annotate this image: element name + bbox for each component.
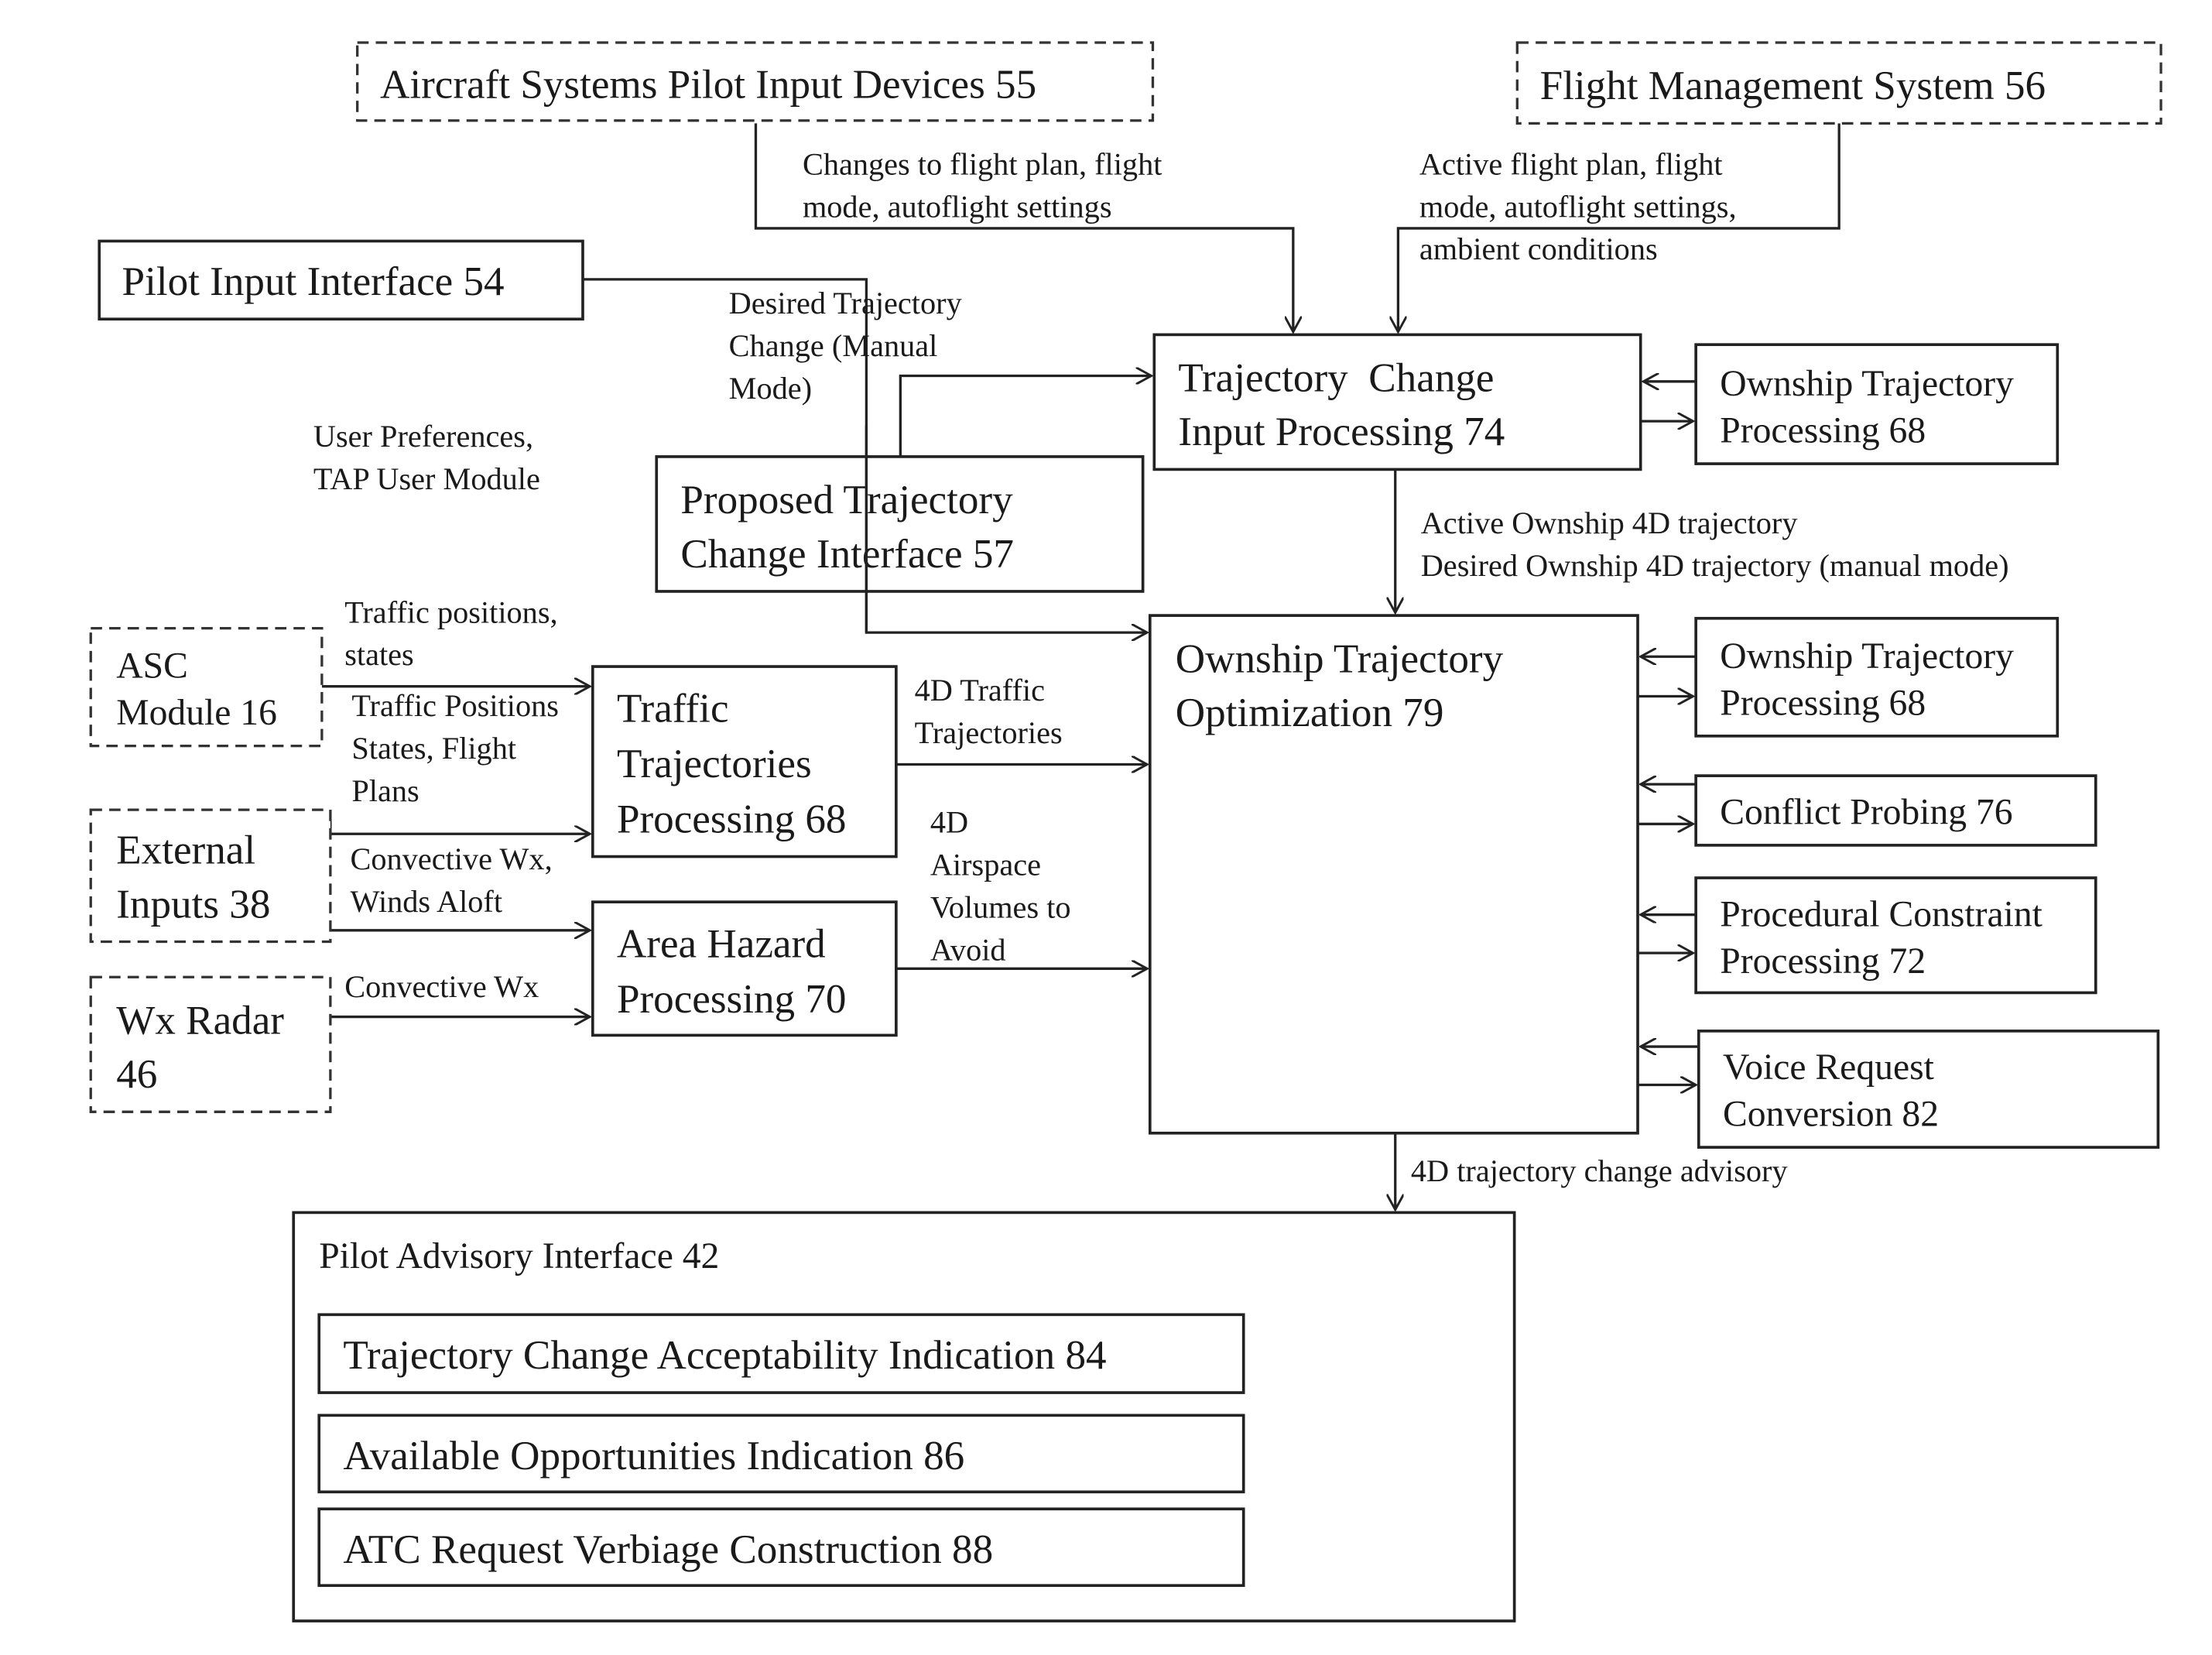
box-fms-label: Flight Management System 56 bbox=[1540, 63, 2046, 108]
edge-label-line: Active flight plan, flight bbox=[1419, 146, 1723, 181]
edge-label-line: Volumes to bbox=[930, 889, 1071, 924]
box-otp-top[interactable]: Ownship Trajectory Processing 68 bbox=[1694, 343, 2060, 465]
box-voice-line-2: Conversion 82 bbox=[1723, 1095, 1939, 1135]
box-proposed-line-1: Proposed Trajectory bbox=[680, 478, 1013, 523]
edge-label-advisory-out: 4D trajectory change advisory bbox=[1411, 1153, 1788, 1188]
edge-label-user-prefs: User Preferences, TAP User Module bbox=[313, 419, 540, 496]
edge-label-desired: Desired Trajectory Change (Manual Mode) bbox=[729, 286, 962, 406]
box-oto-line-2: Optimization 79 bbox=[1176, 690, 1444, 735]
box-oto-line-1: Ownship Trajectory bbox=[1176, 636, 1504, 681]
edge-label-traffic-pos2: Traffic Positions States, Flight Plans bbox=[351, 688, 559, 808]
box-area-hazard-line-1: Area Hazard bbox=[617, 922, 826, 967]
box-otp-mid[interactable]: Ownship Trajectory Processing 68 bbox=[1694, 616, 2060, 738]
edge-label-active-fp: Active flight plan, flight mode, autofli… bbox=[1419, 146, 1737, 266]
box-traffic-line-2: Trajectories bbox=[617, 742, 812, 786]
edge-label-line: Mode) bbox=[729, 371, 812, 406]
box-asc-line-1: ASC bbox=[116, 646, 188, 687]
box-aircraft-systems-label: Aircraft Systems Pilot Input Devices 55 bbox=[380, 62, 1036, 107]
box-external[interactable]: External Inputs 38 bbox=[89, 808, 332, 944]
edge-label-traffic-pos: Traffic positions, states bbox=[344, 594, 557, 672]
block-diagram: Aircraft Systems Pilot Input Devices 55 … bbox=[89, 41, 2162, 1622]
box-pilot-input[interactable]: Pilot Input Interface 54 bbox=[98, 239, 584, 321]
edge-label-line: 4D bbox=[930, 804, 968, 839]
advisory-item[interactable]: Available Opportunities Indication 86 bbox=[317, 1413, 1245, 1494]
advisory-item[interactable]: Trajectory Change Acceptability Indicati… bbox=[317, 1313, 1245, 1394]
box-aircraft-systems[interactable]: Aircraft Systems Pilot Input Devices 55 bbox=[356, 41, 1155, 122]
edge-label-line: Winds Aloft bbox=[351, 884, 503, 919]
edge-label-line: 4D trajectory change advisory bbox=[1411, 1153, 1788, 1188]
box-fms[interactable]: Flight Management System 56 bbox=[1515, 41, 2162, 125]
box-tcip[interactable]: Trajectory Change Input Processing 74 bbox=[1152, 333, 1642, 471]
edge-label-line: Airspace bbox=[930, 847, 1041, 882]
box-pilot-input-label: Pilot Input Interface 54 bbox=[122, 259, 505, 304]
edge-label-airspace: 4D Airspace Volumes to Avoid bbox=[930, 804, 1071, 967]
box-asc-line-2: Module 16 bbox=[116, 693, 277, 733]
advisory-item[interactable]: ATC Request Verbiage Construction 88 bbox=[317, 1507, 1245, 1588]
box-otp-mid-line-2: Processing 68 bbox=[1720, 683, 1926, 723]
box-procedural-line-2: Processing 72 bbox=[1720, 941, 1926, 982]
edge-label-line: 4D Traffic bbox=[915, 673, 1045, 708]
edge-label-line: TAP User Module bbox=[313, 461, 540, 496]
box-area-hazard[interactable]: Area Hazard Processing 70 bbox=[591, 900, 898, 1037]
edge-label-conv: Convective Wx bbox=[344, 969, 539, 1004]
edge-label-line: mode, autoflight settings, bbox=[1419, 189, 1737, 224]
box-procedural-line-1: Procedural Constraint bbox=[1720, 894, 2043, 934]
edge-label-line: Active Ownship 4D trajectory bbox=[1421, 505, 1798, 540]
edge-label-line: Convective Wx, bbox=[351, 841, 553, 876]
box-voice[interactable]: Voice Request Conversion 82 bbox=[1697, 1030, 2160, 1149]
box-wx-radar[interactable]: Wx Radar 46 bbox=[89, 975, 332, 1113]
box-asc[interactable]: ASC Module 16 bbox=[89, 626, 324, 748]
edge-label-line: Desired Ownship 4D trajectory (manual mo… bbox=[1421, 548, 2009, 583]
box-otp-top-line-2: Processing 68 bbox=[1720, 411, 1926, 451]
edge-label-line: Traffic Positions bbox=[351, 688, 559, 723]
box-wx-radar-line-2: 46 bbox=[116, 1052, 157, 1097]
box-advisory-label: Pilot Advisory Interface 42 bbox=[319, 1236, 719, 1276]
box-proposed[interactable]: Proposed Trajectory Change Interface 57 bbox=[655, 455, 1145, 593]
box-otp-top-line-1: Ownship Trajectory bbox=[1720, 364, 2014, 404]
edge-label-line: mode, autoflight settings bbox=[803, 189, 1112, 224]
box-traffic-line-1: Traffic bbox=[617, 687, 729, 732]
box-oto[interactable]: Ownship Trajectory Optimization 79 bbox=[1148, 614, 1639, 1135]
box-procedural[interactable]: Procedural Constraint Processing 72 bbox=[1694, 876, 2097, 995]
edge-label-line: Change (Manual bbox=[729, 328, 938, 363]
edge-label-line: Desired Trajectory bbox=[729, 286, 962, 320]
box-area-hazard-line-2: Processing 70 bbox=[617, 977, 847, 1022]
box-otp-mid-line-1: Ownship Trajectory bbox=[1720, 636, 2014, 677]
box-tcip-line-1: Trajectory Change bbox=[1178, 356, 1494, 401]
edge-proposed-to-tcip bbox=[899, 375, 1151, 457]
box-tcip-line-2: Input Processing 74 bbox=[1178, 409, 1505, 454]
box-proposed-line-2: Change Interface 57 bbox=[680, 532, 1014, 577]
edge-label-line: Convective Wx bbox=[344, 969, 539, 1004]
box-conflict[interactable]: Conflict Probing 76 bbox=[1694, 774, 2097, 847]
edge-label-line: Plans bbox=[351, 773, 419, 808]
box-external-line-2: Inputs 38 bbox=[116, 882, 270, 927]
advisory-item-label: Trajectory Change Acceptability Indicati… bbox=[343, 1333, 1106, 1378]
edge-label-changes: Changes to flight plan, flight mode, aut… bbox=[803, 146, 1162, 224]
edge-label-line: Trajectories bbox=[915, 715, 1063, 750]
edge-label-line: ambient conditions bbox=[1419, 231, 1658, 266]
box-conflict-label: Conflict Probing 76 bbox=[1720, 792, 2012, 832]
edge-label-line: Changes to flight plan, flight bbox=[803, 146, 1162, 181]
edge-label-line: states bbox=[344, 637, 414, 672]
box-traffic-line-3: Processing 68 bbox=[617, 797, 847, 841]
advisory-item-label: Available Opportunities Indication 86 bbox=[343, 1434, 964, 1479]
box-traffic[interactable]: Traffic Trajectories Processing 68 bbox=[591, 665, 898, 858]
edge-external-to-traffic bbox=[329, 810, 590, 834]
edge-label-conv-winds: Convective Wx, Winds Aloft bbox=[351, 841, 553, 919]
advisory-item-label: ATC Request Verbiage Construction 88 bbox=[343, 1527, 993, 1572]
edge-label-line: Avoid bbox=[930, 932, 1006, 967]
box-advisory[interactable]: Pilot Advisory Interface 42 Trajectory C… bbox=[292, 1211, 1516, 1622]
box-external-line-1: External bbox=[116, 828, 255, 873]
box-wx-radar-line-1: Wx Radar bbox=[116, 999, 284, 1043]
edge-label-line: Traffic positions, bbox=[344, 594, 557, 629]
edge-label-traffic-4d: 4D Traffic Trajectories bbox=[915, 673, 1063, 750]
edge-label-line: User Preferences, bbox=[313, 419, 533, 454]
box-voice-line-1: Voice Request bbox=[1723, 1047, 1934, 1088]
edge-label-active-ownship: Active Ownship 4D trajectory Desired Own… bbox=[1421, 505, 2009, 583]
edge-label-line: States, Flight bbox=[351, 731, 516, 766]
